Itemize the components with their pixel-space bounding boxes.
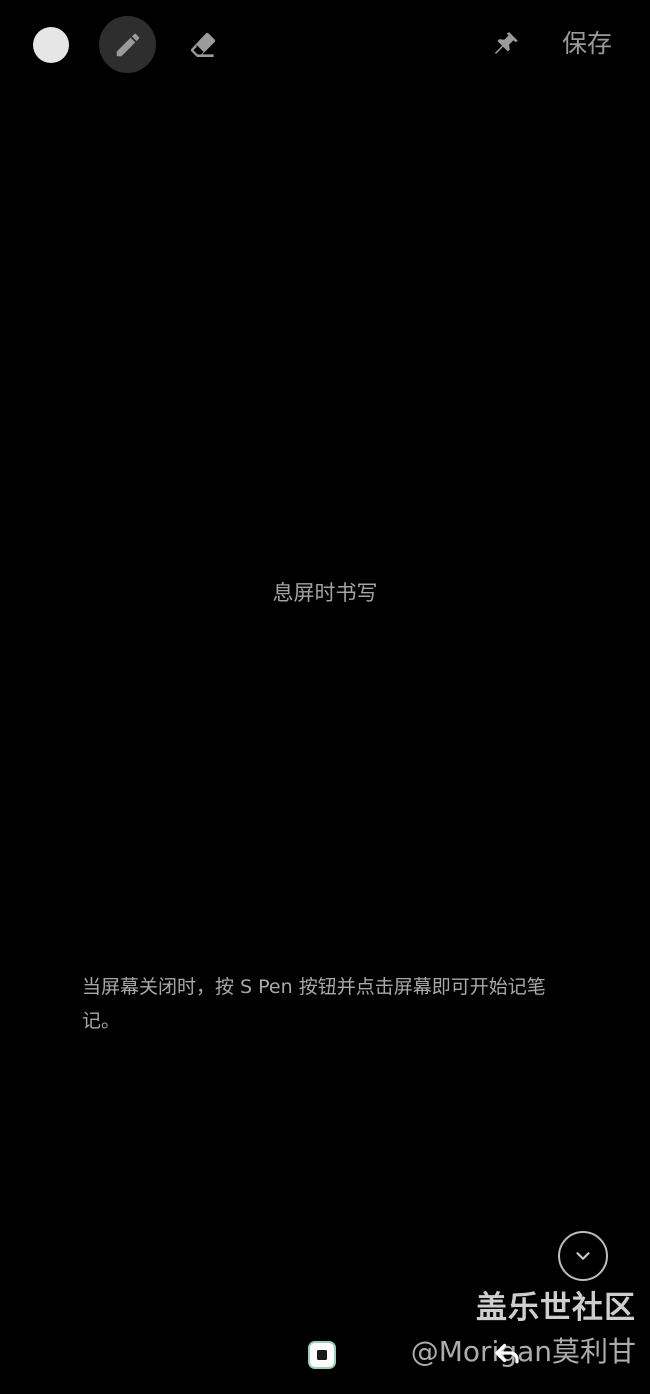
instructions-text: 当屏幕关闭时，按 S Pen 按钮并点击屏幕即可开始记笔记。	[82, 976, 546, 1032]
eraser-tool-button[interactable]	[180, 24, 226, 66]
back-button[interactable]	[490, 1336, 524, 1370]
eraser-icon	[190, 32, 216, 57]
pen-toolbar: 保存	[0, 0, 650, 90]
pin-icon	[494, 32, 518, 54]
collapse-button[interactable]	[558, 1231, 608, 1281]
save-button[interactable]: 保存	[552, 24, 622, 64]
pencil-icon	[116, 33, 139, 56]
recents-button[interactable]	[305, 1338, 339, 1372]
watermark-title: 盖乐世社区	[476, 1290, 636, 1326]
screen-off-memo-title: 息屏时书写	[272, 581, 378, 605]
recents-icon	[308, 1341, 336, 1369]
pen-tool-button[interactable]	[99, 16, 156, 73]
color-picker-button[interactable]	[33, 27, 69, 63]
back-icon	[495, 1343, 519, 1364]
pin-button[interactable]	[484, 22, 528, 66]
chevron-down-icon	[576, 1252, 590, 1260]
